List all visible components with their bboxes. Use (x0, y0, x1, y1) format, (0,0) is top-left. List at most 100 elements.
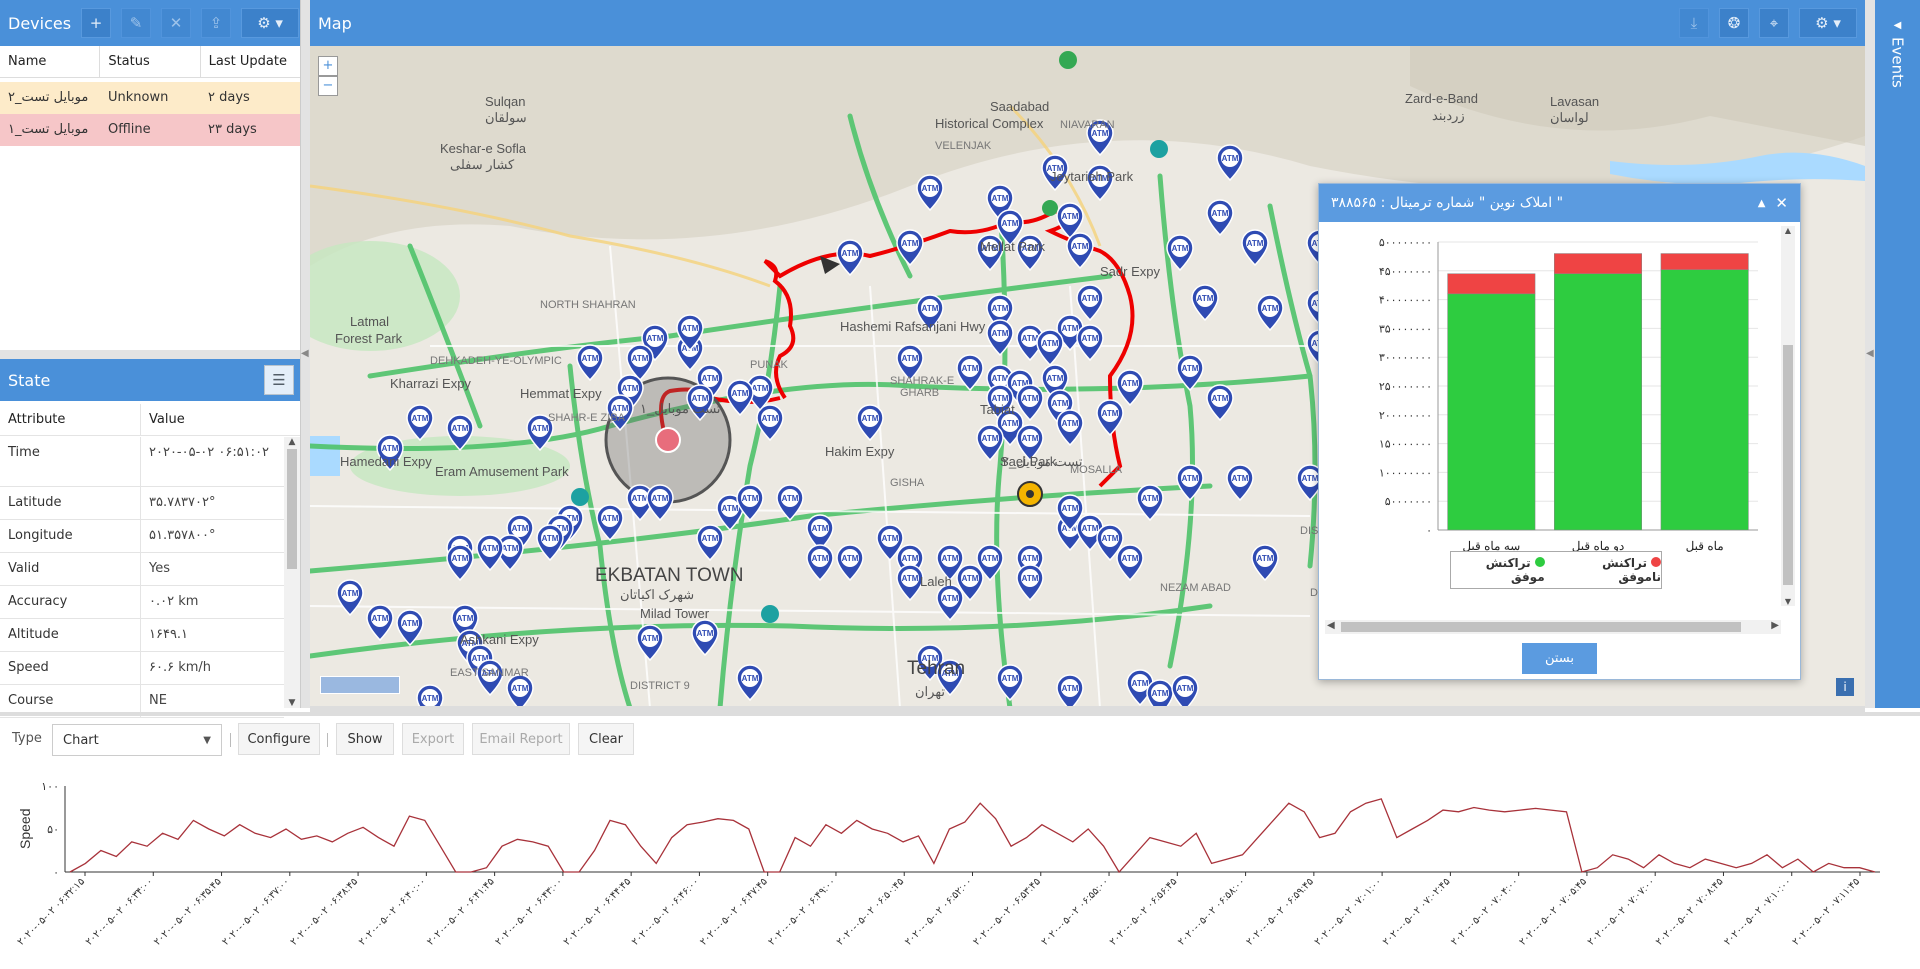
devices-table-header: Name Status Last Update (0, 46, 300, 78)
dialog-close-button[interactable]: بستن (1522, 643, 1597, 674)
x-tick-label: ۲۰۲۰-۰۵-۰۲ ۰۶:۴۳:۰۰ (493, 876, 565, 948)
events-label: Events (1888, 37, 1907, 88)
locate-icon[interactable]: ⌖ (1759, 8, 1789, 38)
svg-text:ATM: ATM (482, 544, 499, 553)
svg-text:ATM: ATM (1122, 379, 1139, 388)
scroll-down-icon: ▼ (1784, 597, 1792, 606)
device-marker-car-icon[interactable] (655, 427, 681, 453)
legend-item-success: تراکنش موفق (1485, 556, 1545, 584)
dialog-header: املاک نوین " شماره ترمینال : ۳۸۸۵۶۵ " ▲ … (1319, 184, 1800, 222)
terminal-dialog: املاک نوین " شماره ترمینال : ۳۸۸۵۶۵ " ▲ … (1318, 183, 1801, 680)
collapse-right-icon[interactable]: ◀ (1866, 348, 1874, 359)
svg-text:ATM: ATM (742, 494, 759, 503)
svg-text:ATM: ATM (652, 494, 669, 503)
svg-text:ATM: ATM (702, 534, 719, 543)
configure-button[interactable]: Configure (238, 723, 320, 755)
svg-text:ATM: ATM (1082, 294, 1099, 303)
devices-title: Devices (8, 13, 72, 33)
device-name: موبایل تست_۲ (8, 90, 89, 105)
svg-text:ATM: ATM (1247, 239, 1264, 248)
horizontal-splitter[interactable] (0, 350, 300, 359)
state-attribute: Accuracy (0, 586, 141, 618)
events-panel[interactable]: ◀ Events (1875, 0, 1920, 708)
map-label: Latmal (350, 314, 389, 329)
svg-text:ATM: ATM (1002, 219, 1019, 228)
info-icon[interactable]: i (1836, 678, 1854, 696)
report-divider[interactable] (0, 712, 1920, 716)
svg-text:ATM: ATM (1122, 554, 1139, 563)
atm-marker-icon[interactable]: ATM (1146, 679, 1174, 708)
scroll-thumb[interactable] (287, 449, 297, 569)
svg-text:ATM: ATM (702, 374, 719, 383)
atm-marker-icon[interactable]: ATM (416, 684, 444, 708)
edit-device-button[interactable]: ✎ (121, 8, 152, 38)
dialog-close-icon[interactable]: ✕ (1775, 194, 1788, 212)
svg-text:ATM: ATM (1042, 339, 1059, 348)
map-label: ۲_تست موبایل (1002, 454, 1083, 470)
col-value[interactable]: Value (141, 404, 300, 435)
remove-device-button[interactable]: ✕ (161, 8, 192, 38)
svg-text:ATM: ATM (382, 444, 399, 453)
map-settings-button[interactable]: ⚙ ▾ (1799, 8, 1857, 38)
zoom-in-button[interactable]: + (318, 56, 338, 76)
state-scrollbar[interactable]: ▲ ▼ (284, 437, 300, 708)
device-row[interactable]: موبایل تست_۲ Unknown ۲ days (0, 82, 300, 114)
device-last-update: ۲ days (208, 90, 250, 105)
svg-text:ATM: ATM (1182, 474, 1199, 483)
devices-settings-button[interactable]: ⚙ ▾ (241, 8, 300, 38)
device-status: Unknown (108, 90, 169, 105)
collapse-left-icon[interactable]: ◀ (301, 348, 309, 359)
map-label: GHARB (900, 387, 939, 399)
send-command-button[interactable]: ⇪ (201, 8, 232, 38)
device-row[interactable]: موبایل تست_۱ Offline ۲۳ days (0, 114, 300, 146)
state-list-button[interactable]: ☰ (264, 365, 294, 395)
bar (1660, 269, 1749, 531)
y-tick-label: ۴۵۰۰۰۰۰۰۰ (1379, 266, 1432, 278)
state-attribute: Valid (0, 553, 141, 585)
toolbar-separator (327, 733, 328, 747)
svg-text:ATM: ATM (992, 329, 1009, 338)
show-button[interactable]: Show (336, 723, 394, 755)
park-icon (1059, 51, 1077, 69)
y-tick-label: ۲۵۰۰۰۰۰۰۰ (1379, 381, 1432, 393)
x-tick-label: ۲۰۲۰-۰۵-۰۲ ۰۶:۴۷:۴۵ (698, 876, 770, 948)
email-report-button[interactable]: Email Report (472, 723, 570, 755)
map-label: Laleh (920, 574, 952, 589)
bar (1554, 273, 1642, 531)
dialog-hscroll[interactable]: ◀ ▶ (1325, 620, 1781, 634)
add-device-button[interactable]: + (81, 8, 112, 38)
col-attribute[interactable]: Attribute (0, 404, 141, 435)
museum-icon (1150, 140, 1168, 158)
state-header: State ☰ (0, 359, 300, 401)
scroll-left-icon: ◀ (1327, 620, 1335, 631)
col-last-update[interactable]: Last Update (201, 46, 300, 77)
map-label: لواسان (1550, 110, 1589, 126)
svg-text:ATM: ATM (1022, 554, 1039, 563)
map-label: NEZAM ABAD (1160, 582, 1231, 594)
export-button[interactable]: Export (402, 723, 464, 755)
svg-text:ATM: ATM (1022, 574, 1039, 583)
map-label: Milad Tower (640, 606, 710, 621)
svg-text:ATM: ATM (622, 384, 639, 393)
scroll-down-icon[interactable]: ▼ (284, 698, 300, 708)
map-header: Map ⤓ ❂ ⌖ ⚙ ▾ (310, 0, 1865, 46)
col-name[interactable]: Name (0, 46, 101, 77)
events-expand-icon[interactable]: ◀ (1875, 20, 1920, 31)
state-title: State (8, 370, 51, 390)
attraction-icon (571, 488, 589, 506)
dialog-collapse-icon[interactable]: ▲ (1758, 198, 1766, 209)
svg-text:ATM: ATM (1172, 244, 1189, 253)
download-icon[interactable]: ⤓ (1679, 8, 1709, 38)
svg-text:ATM: ATM (512, 524, 529, 533)
col-status[interactable]: Status (100, 46, 201, 77)
report-type-select[interactable]: Chart ▼ (52, 724, 222, 756)
dialog-vscroll[interactable]: ▲ ▼ (1781, 226, 1795, 606)
clear-button[interactable]: Clear (578, 723, 634, 755)
map-label: Tabiat (980, 402, 1015, 417)
map-label: زردبند (1432, 108, 1465, 124)
svg-text:ATM: ATM (1132, 679, 1149, 688)
scroll-up-icon[interactable]: ▲ (284, 437, 300, 447)
follow-paw-icon[interactable]: ❂ (1719, 8, 1749, 38)
x-tick-label: ۲۰۲۰-۰۵-۰۲ ۰۶:۴۴:۴۵ (562, 876, 634, 948)
zoom-out-button[interactable]: − (318, 76, 338, 96)
